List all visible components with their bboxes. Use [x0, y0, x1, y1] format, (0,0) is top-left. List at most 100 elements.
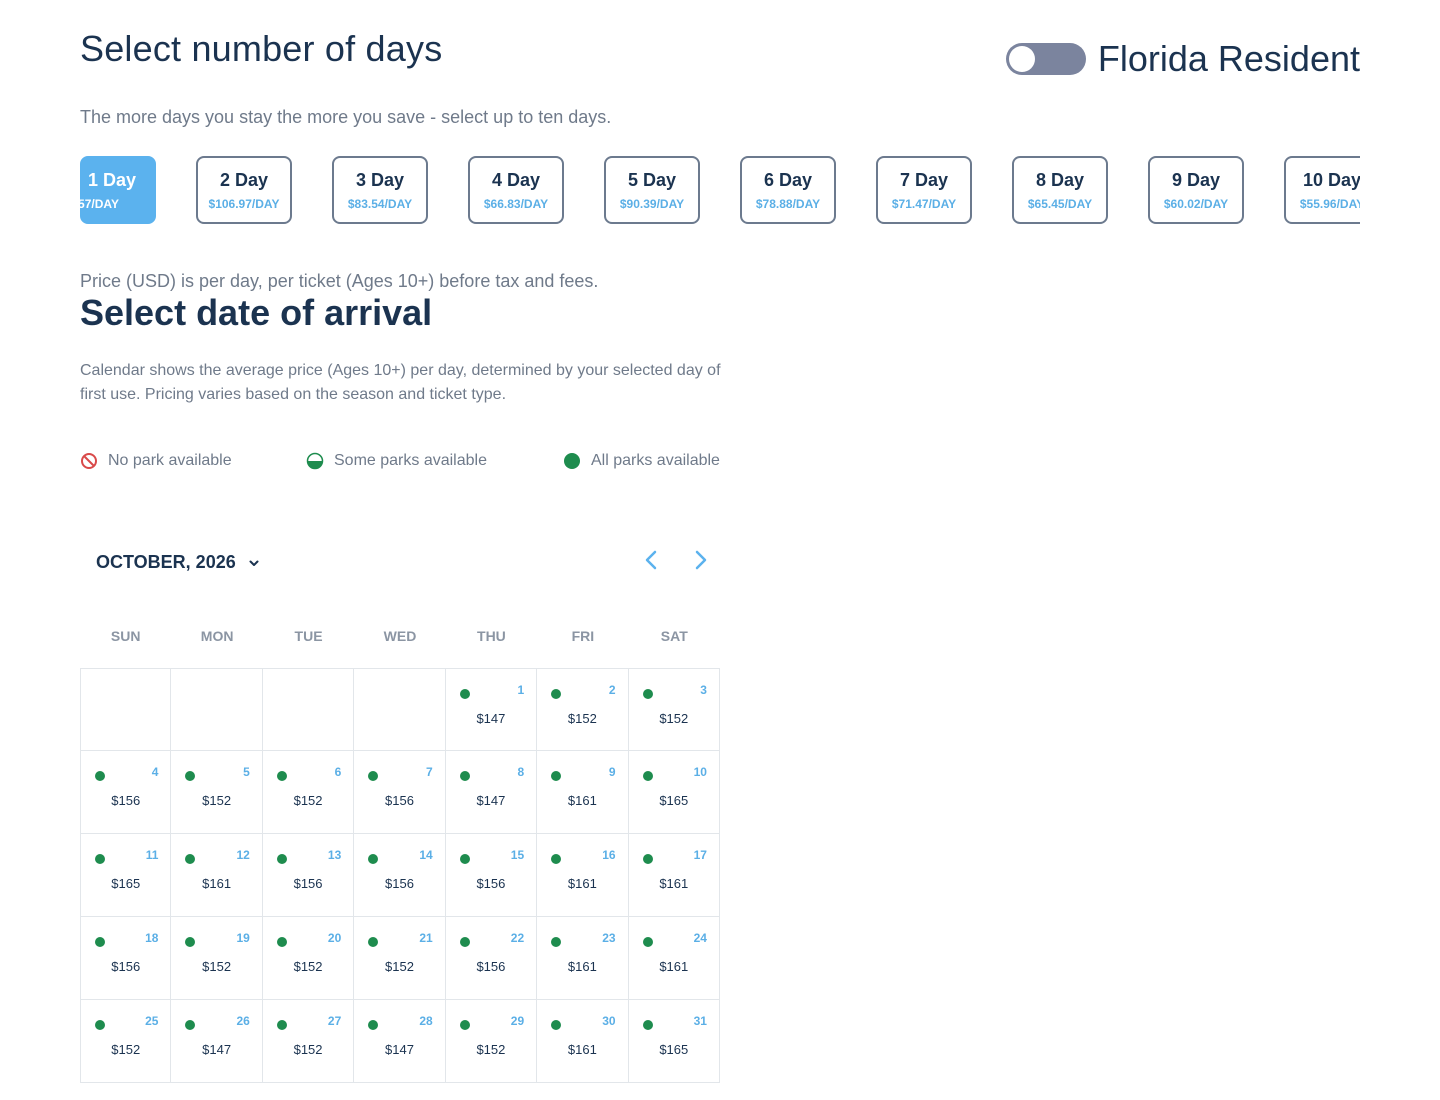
calendar-day-cell[interactable]: 6 $152	[262, 751, 355, 834]
day-price: $156	[111, 959, 141, 974]
calendar-day-cell[interactable]: 25 $152	[80, 1000, 172, 1083]
day-option-10[interactable]: 10 Day $55.96/DAY	[1284, 156, 1360, 224]
day-option-9[interactable]: 9 Day $60.02/DAY	[1148, 156, 1244, 224]
day-number: 8	[517, 765, 525, 779]
calendar-grid: 1 $147 2 $152 3 $152 4 $156 5 $152 6 $152 7 $156 8 $147…	[80, 668, 720, 1083]
calendar-day-cell[interactable]: 1 $147	[445, 668, 538, 751]
month-selector[interactable]: OCTOBER, 2026	[96, 552, 260, 573]
calendar-empty-cell	[262, 668, 355, 751]
day-option-label: 2 Day	[219, 170, 269, 190]
page-title: Select number of days	[80, 28, 443, 69]
calendar-day-cell[interactable]: 5 $152	[171, 751, 263, 834]
day-number: 15	[510, 848, 525, 862]
calendar-day-cell[interactable]: 30 $161	[537, 1000, 629, 1083]
day-option-label: 10 Day	[1302, 170, 1360, 190]
calendar-day-cell[interactable]: 16 $161	[537, 834, 629, 917]
calendar-day-cell[interactable]: 15 $156	[445, 834, 538, 917]
availability-dot-icon	[368, 771, 379, 781]
day-option-3[interactable]: 3 Day $83.54/DAY	[332, 156, 428, 224]
day-option-7[interactable]: 7 Day $71.47/DAY	[876, 156, 972, 224]
legend-none-label: No park available	[108, 452, 232, 469]
toggle-knob	[1008, 46, 1035, 72]
calendar-day-cell[interactable]: 31 $165	[628, 1000, 720, 1083]
calendar-day-cell[interactable]: 29 $152	[445, 1000, 538, 1083]
availability-dot-icon	[551, 689, 562, 699]
calendar-day-cell[interactable]: 10 $165	[628, 751, 720, 834]
day-option-price: $83.54/DAY	[347, 197, 413, 211]
availability-dot-icon	[459, 689, 470, 699]
calendar-day-cell[interactable]: 3 $152	[628, 668, 720, 751]
availability-dot-icon	[276, 854, 287, 864]
calendar-day-cell[interactable]: 21 $152	[354, 917, 446, 1000]
availability-dot-icon	[459, 854, 470, 864]
day-option-6[interactable]: 6 Day $78.88/DAY	[740, 156, 836, 224]
calendar-day-cell[interactable]: 7 $156	[354, 751, 446, 834]
legend-some: Some parks available	[306, 452, 487, 470]
day-number: 20	[327, 931, 342, 945]
day-number: 7	[426, 765, 433, 779]
day-number: 30	[602, 1014, 616, 1028]
calendar-day-cell[interactable]: 18 $156	[80, 917, 172, 1000]
day-option-label: 5 Day	[627, 170, 677, 190]
calendar-day-cell[interactable]: 2 $152	[537, 668, 629, 751]
florida-resident-toggle[interactable]	[1005, 43, 1086, 75]
calendar-day-cell[interactable]: 19 $152	[171, 917, 263, 1000]
day-option-price: $90.39/DAY	[619, 197, 685, 211]
availability-dot-icon	[551, 854, 562, 864]
day-option-5[interactable]: 5 Day $90.39/DAY	[604, 156, 700, 224]
day-option-price: $65.45/DAY	[1027, 197, 1093, 211]
calendar-day-cell[interactable]: 28 $147	[354, 1000, 446, 1083]
availability-dot-icon	[459, 1020, 470, 1030]
calendar-day-cell[interactable]: 9 $161	[537, 751, 629, 834]
availability-dot-icon	[185, 854, 196, 864]
arrival-title: Select date of arrival	[80, 292, 433, 333]
month-label: OCTOBER, 2026	[96, 552, 236, 572]
calendar-day-cell[interactable]: 11 $165	[80, 834, 172, 917]
day-price: $147	[476, 711, 506, 726]
availability-dot-icon	[551, 771, 562, 781]
day-number: 23	[602, 931, 616, 945]
calendar-day-cell[interactable]: 8 $147	[445, 751, 538, 834]
day-number: 9	[608, 765, 616, 779]
day-option-price: $71.47/DAY	[891, 197, 957, 211]
availability-dot-icon	[368, 1020, 379, 1030]
calendar-day-cell[interactable]: 14 $156	[354, 834, 446, 917]
weekday-sat: SAT	[660, 628, 688, 644]
availability-legend: No park available Some parks available A…	[80, 452, 720, 476]
day-price: $152	[567, 711, 597, 726]
calendar-day-cell[interactable]: 27 $152	[262, 1000, 355, 1083]
legend-all: All parks available	[563, 452, 720, 470]
calendar-day-cell[interactable]: 17 $161	[628, 834, 720, 917]
next-month-button[interactable]	[688, 548, 712, 572]
availability-dot-icon	[642, 771, 653, 781]
day-option-1[interactable]: 1 Day $125.57/DAY	[80, 156, 156, 224]
calendar-day-cell[interactable]: 26 $147	[171, 1000, 263, 1083]
calendar-day-cell[interactable]: 23 $161	[537, 917, 629, 1000]
prev-month-button[interactable]	[640, 548, 664, 572]
day-number: 16	[602, 848, 616, 862]
calendar-day-cell[interactable]: 4 $156	[80, 751, 172, 834]
calendar-day-cell[interactable]: 12 $161	[171, 834, 263, 917]
day-option-label: 1 Day	[88, 170, 137, 190]
calendar-day-cell[interactable]: 24 $161	[628, 917, 720, 1000]
calendar-day-cell[interactable]: 22 $156	[445, 917, 538, 1000]
day-option-4[interactable]: 4 Day $66.83/DAY	[468, 156, 564, 224]
day-number: 14	[419, 848, 433, 862]
calendar-day-cell[interactable]: 13 $156	[262, 834, 355, 917]
day-price: $152	[659, 711, 689, 726]
day-price: $152	[111, 1042, 141, 1057]
availability-dot-icon	[185, 1020, 196, 1030]
day-option-8[interactable]: 8 Day $65.45/DAY	[1012, 156, 1108, 224]
day-price: $152	[293, 793, 323, 808]
day-price: $161	[659, 959, 689, 974]
day-price: $165	[659, 1042, 689, 1057]
price-note: Price (USD) is per day, per ticket (Ages…	[80, 271, 599, 291]
day-number: 1	[517, 683, 525, 697]
day-price: $161	[567, 959, 597, 974]
day-option-2[interactable]: 2 Day $106.97/DAY	[196, 156, 292, 224]
day-number: 4	[151, 765, 159, 779]
day-option-price: $55.96/DAY	[1299, 197, 1360, 211]
calendar-day-cell[interactable]: 20 $152	[262, 917, 355, 1000]
availability-dot-icon	[276, 1020, 287, 1030]
chevron-left-icon	[645, 550, 657, 570]
